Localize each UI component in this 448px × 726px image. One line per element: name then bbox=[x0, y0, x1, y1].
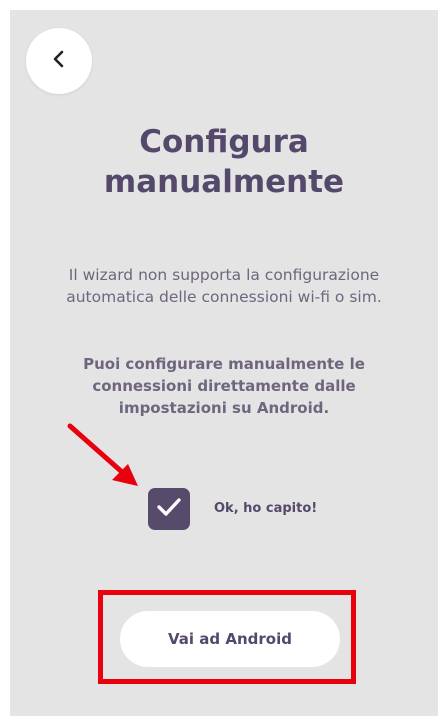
instructions-text-line-2: connessioni direttamente dalle bbox=[92, 377, 356, 395]
chevron-left-icon bbox=[52, 50, 66, 72]
page-title-line-1: Configura bbox=[139, 124, 309, 160]
checkmark-icon bbox=[156, 497, 182, 521]
go-to-android-button[interactable]: Vai ad Android bbox=[120, 611, 340, 667]
confirm-checkbox[interactable] bbox=[148, 488, 190, 530]
instructions-text-line-1: Puoi configurare manualmente le bbox=[83, 355, 365, 373]
info-text-line-1: Il wizard non supporta la configurazione bbox=[68, 266, 380, 284]
confirm-checkbox-label[interactable]: Ok, ho capito! bbox=[214, 500, 317, 518]
page-title-line-2: manualmente bbox=[103, 164, 345, 200]
info-text-line-2: automatica delle connessioni wi-fi o sim… bbox=[66, 288, 382, 306]
annotation-arrow-icon bbox=[66, 422, 142, 494]
back-button[interactable] bbox=[26, 28, 92, 94]
setup-screen: Configura manualmente Il wizard non supp… bbox=[10, 10, 438, 716]
instructions-text-line-3: impostazioni su Android. bbox=[118, 399, 330, 417]
